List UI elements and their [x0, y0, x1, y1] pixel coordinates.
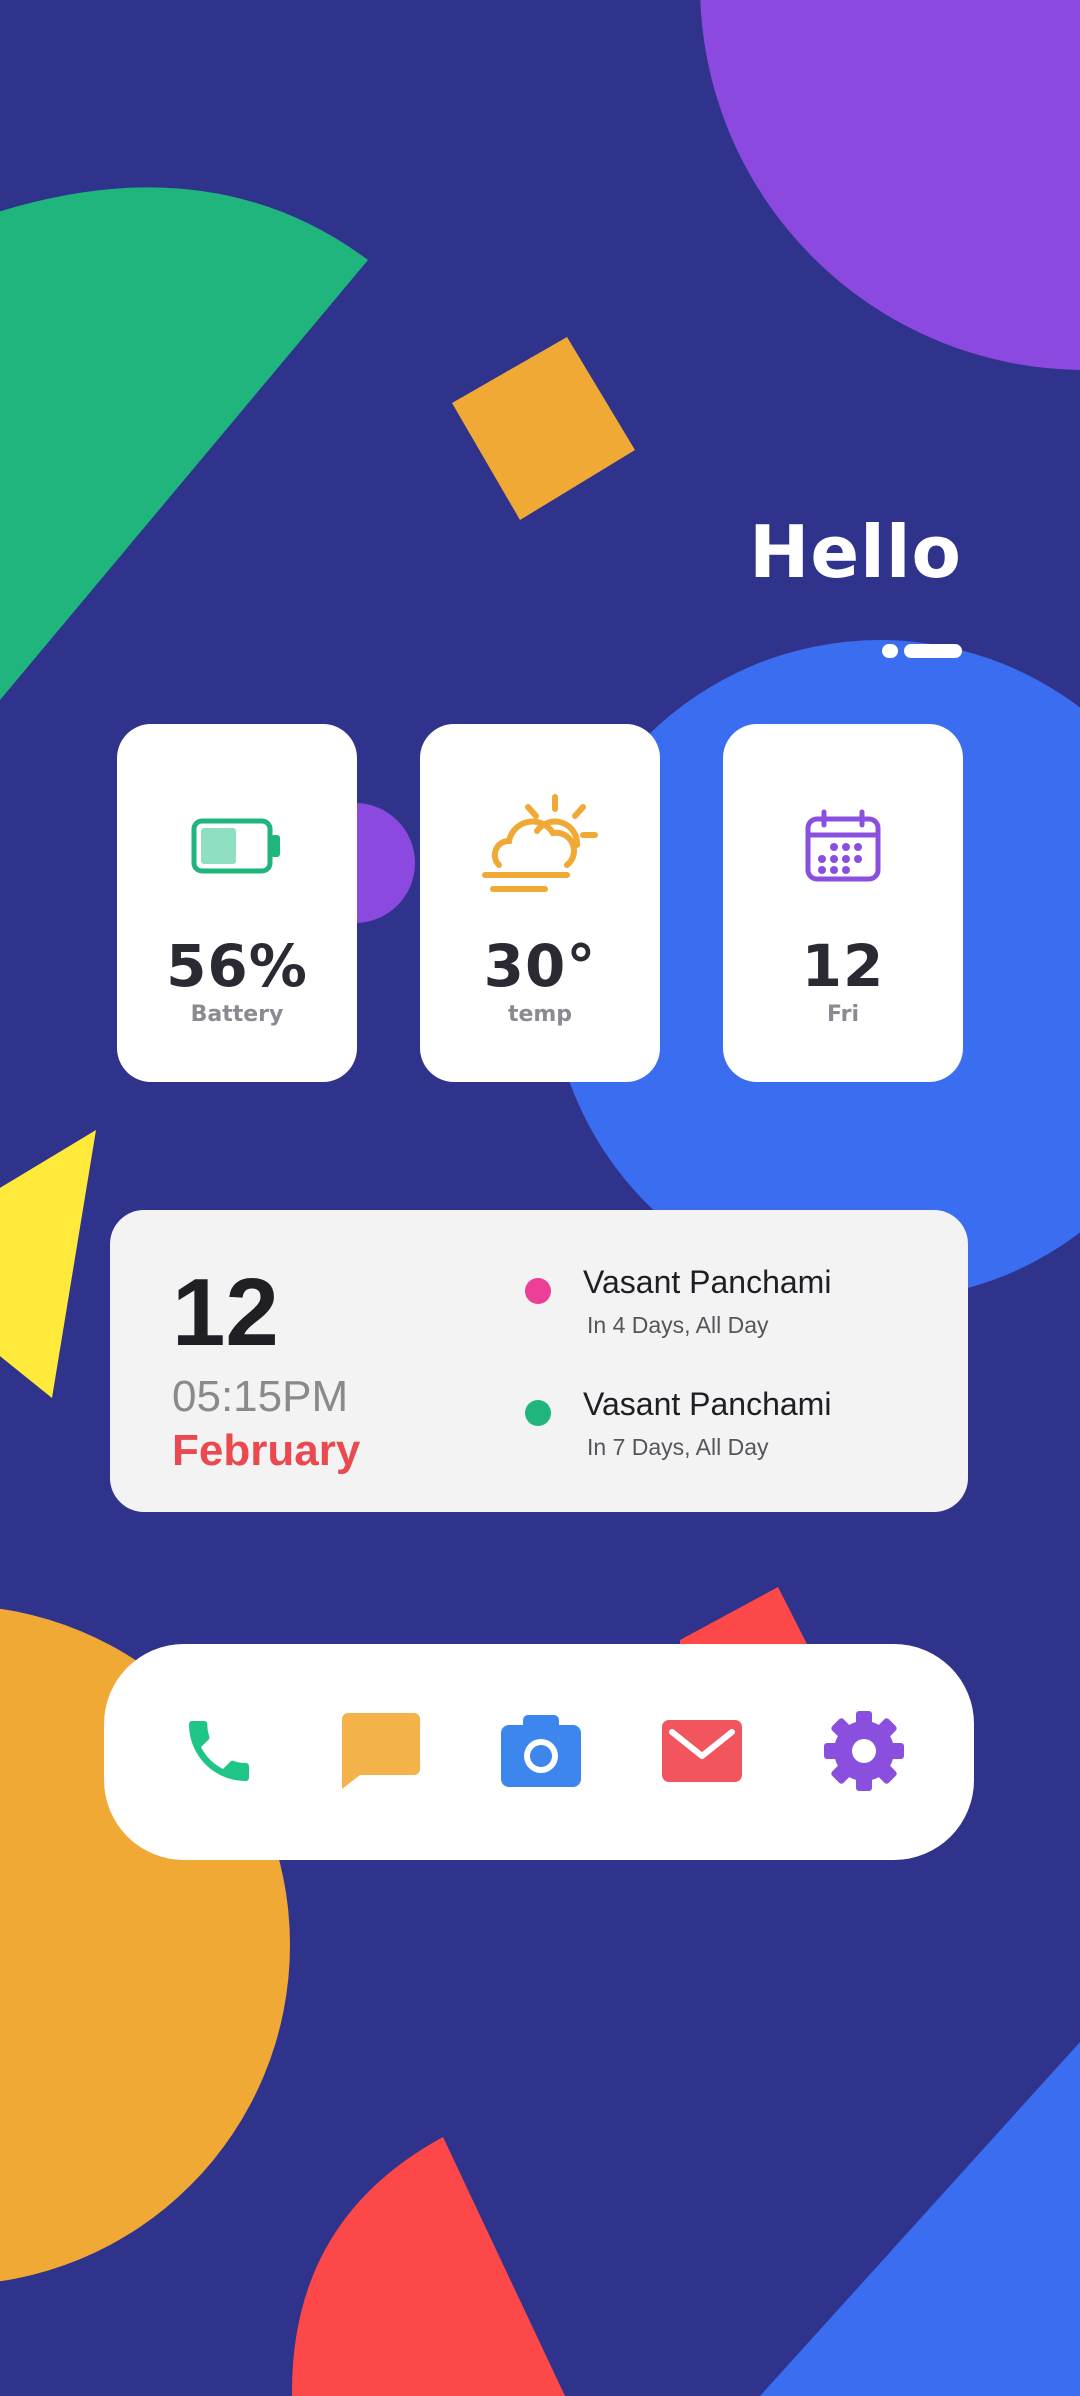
calendar-widget[interactable]: 12 05:15PM February Vasant Panchami In 4…: [110, 1210, 968, 1512]
phone-app-icon[interactable]: [174, 1706, 264, 1796]
greeting-title: Hello: [749, 510, 962, 594]
calendar-month: February: [172, 1426, 361, 1475]
calendar-day: 12: [172, 1259, 279, 1366]
yellow-triangle-shape: [0, 1130, 96, 1398]
battery-label: Battery: [190, 1002, 284, 1027]
green-wedge-shape: [0, 187, 368, 700]
message-app-icon[interactable]: [334, 1706, 424, 1796]
date-widget[interactable]: 12 Fri: [723, 724, 963, 1082]
event-color-dot: [525, 1278, 551, 1304]
camera-app-icon[interactable]: [496, 1706, 586, 1796]
event-subtitle: In 7 Days, All Day: [587, 1434, 769, 1460]
page-dot-active: [904, 644, 962, 658]
temperature-label: temp: [507, 1002, 573, 1027]
partly-cloudy-icon: [420, 794, 660, 896]
battery-widget[interactable]: 56% Battery: [117, 724, 357, 1082]
app-dock: [104, 1644, 974, 1860]
weather-widget[interactable]: 30° temp: [420, 724, 660, 1082]
battery-value: 56%: [166, 932, 308, 1000]
page-dot: [882, 644, 898, 658]
purple-circle-shape: [700, 0, 1080, 370]
wallpaper: [0, 0, 1080, 2396]
orange-diamond-shape: [452, 337, 635, 520]
blue-corner-shape: [760, 2042, 1080, 2396]
red-wedge-shape: [291, 2137, 565, 2396]
page-indicator[interactable]: [882, 644, 962, 658]
event-color-dot: [525, 1400, 551, 1426]
event-title: Vasant Panchami: [583, 1386, 832, 1422]
calendar-icon: [723, 796, 963, 896]
battery-icon: [117, 796, 357, 896]
calendar-time: 05:15PM: [172, 1372, 349, 1421]
date-day-value: 12: [801, 932, 885, 1000]
temperature-value: 30°: [483, 932, 597, 1000]
event-title: Vasant Panchami: [583, 1264, 832, 1300]
mail-app-icon[interactable]: [657, 1706, 747, 1796]
date-weekday-label: Fri: [826, 1002, 859, 1027]
gear-icon[interactable]: [819, 1706, 909, 1796]
event-subtitle: In 4 Days, All Day: [587, 1312, 769, 1338]
